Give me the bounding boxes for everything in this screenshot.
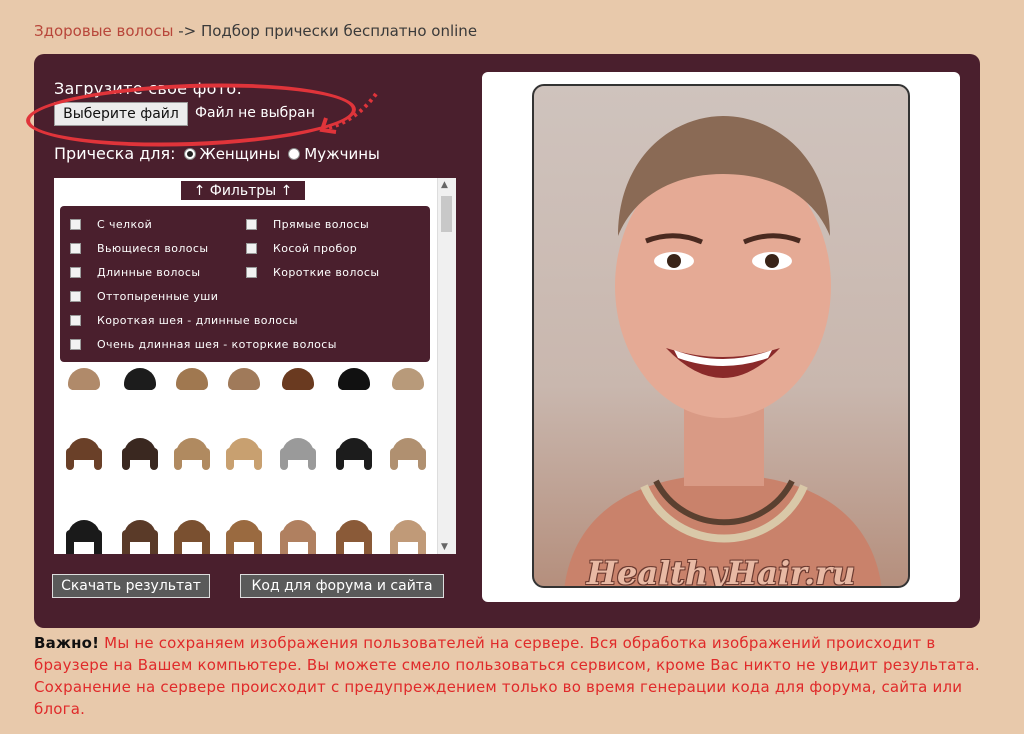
hairstyle-thumbnail[interactable]: [388, 366, 428, 406]
checkbox[interactable]: [70, 267, 81, 278]
download-result-button[interactable]: Скачать результат: [52, 574, 210, 598]
checkbox[interactable]: [246, 243, 257, 254]
hairstyle-thumbnail[interactable]: [224, 518, 264, 554]
radio-women[interactable]: [183, 147, 196, 160]
filter-short[interactable]: Короткие волосы: [246, 266, 379, 279]
filter-label: Прямые волосы: [273, 218, 370, 231]
checkbox[interactable]: [70, 243, 81, 254]
breadcrumb-link[interactable]: Здоровые волосы: [34, 22, 173, 40]
hairstyle-thumbnail[interactable]: [64, 436, 104, 476]
photo-preview-frame: HealthyHair.ru: [482, 72, 960, 602]
filter-straight[interactable]: Прямые волосы: [246, 218, 369, 231]
important-note: Важно! Мы не сохраняем изображения польз…: [34, 632, 980, 720]
hairstyle-thumbnail[interactable]: [120, 366, 160, 406]
filter-label: С челкой: [97, 218, 153, 231]
scroll-up-icon[interactable]: ▲: [441, 180, 448, 190]
checkbox[interactable]: [246, 219, 257, 230]
gender-option-men[interactable]: Мужчины: [304, 145, 380, 163]
hairstyle-thumbnail[interactable]: [172, 366, 212, 406]
filter-long-neck[interactable]: Очень длинная шея - которкие волосы: [70, 338, 337, 351]
portrait-photo: HealthyHair.ru: [532, 84, 910, 588]
filter-label: Вьющиеся волосы: [97, 242, 209, 255]
hairstyle-thumbnail[interactable]: [278, 436, 318, 476]
note-text: Мы не сохраняем изображения пользователе…: [34, 634, 980, 718]
hairstyle-thumbnail[interactable]: [334, 518, 374, 554]
portrait-image: [564, 116, 882, 586]
filter-label: Короткая шея - длинные волосы: [97, 314, 298, 327]
hairstyle-thumbnail[interactable]: [388, 518, 428, 554]
scroll-thumb[interactable]: [441, 196, 452, 232]
hairstyle-thumbnail[interactable]: [388, 436, 428, 476]
hairstyle-thumbnail[interactable]: [334, 436, 374, 476]
filter-curly[interactable]: Вьющиеся волосы: [70, 242, 208, 255]
filter-label: Короткие волосы: [273, 266, 380, 279]
breadcrumb-current: -> Подбор прически бесплатно online: [178, 22, 478, 40]
checkbox[interactable]: [70, 219, 81, 230]
hairstyle-thumbnail[interactable]: [278, 518, 318, 554]
checkbox[interactable]: [70, 339, 81, 350]
scroll-down-icon[interactable]: ▼: [441, 542, 448, 552]
filter-side-part[interactable]: Косой пробор: [246, 242, 357, 255]
list-scrollbar[interactable]: ▲ ▼: [437, 178, 456, 554]
filter-label: Оттопыренные уши: [97, 290, 219, 303]
hairstyle-thumbnail[interactable]: [120, 436, 160, 476]
filter-label: Косой пробор: [273, 242, 358, 255]
checkbox[interactable]: [246, 267, 257, 278]
filter-ears[interactable]: Оттопыренные уши: [70, 290, 218, 303]
hairstyle-thumbnail[interactable]: [224, 366, 264, 406]
hairstyle-list[interactable]: ↑ Фильтры ↑ С челкой Прямые волосы Вьющи…: [54, 178, 456, 554]
gender-label: Прическа для:: [54, 144, 176, 163]
hairstyle-thumbnail[interactable]: [64, 518, 104, 554]
hairstyle-thumbnail[interactable]: [334, 366, 374, 406]
dotted-arrow-icon: [319, 92, 378, 134]
filters-toggle-button[interactable]: ↑ Фильтры ↑: [180, 180, 306, 201]
hairstyle-thumbnail[interactable]: [120, 518, 160, 554]
filters-panel: С челкой Прямые волосы Вьющиеся волосы К…: [60, 206, 430, 362]
breadcrumb: Здоровые волосы -> Подбор прически беспл…: [34, 22, 477, 40]
filter-label: Длинные волосы: [97, 266, 201, 279]
note-label: Важно!: [34, 634, 100, 652]
filter-bangs[interactable]: С челкой: [70, 218, 152, 231]
filter-long[interactable]: Длинные волосы: [70, 266, 200, 279]
gender-selector: Прическа для: Женщины Мужчины: [54, 144, 388, 163]
hairstyle-thumbnail[interactable]: [64, 366, 104, 406]
hairstyle-panel: Загрузите свое фото: Выберите файл Файл …: [25, 54, 980, 628]
forum-code-button[interactable]: Код для форума и сайта: [240, 574, 444, 598]
checkbox[interactable]: [70, 291, 81, 302]
hairstyle-thumbnail[interactable]: [172, 436, 212, 476]
gender-option-women[interactable]: Женщины: [200, 145, 281, 163]
filter-label: Очень длинная шея - которкие волосы: [97, 338, 337, 351]
checkbox[interactable]: [70, 315, 81, 326]
filter-short-neck[interactable]: Короткая шея - длинные волосы: [70, 314, 298, 327]
hairstyle-thumbnail[interactable]: [172, 518, 212, 554]
hairstyle-thumbnail[interactable]: [224, 436, 264, 476]
hairstyle-thumbnail[interactable]: [278, 366, 318, 406]
radio-men[interactable]: [288, 147, 301, 160]
watermark: HealthyHair.ru: [586, 554, 856, 588]
